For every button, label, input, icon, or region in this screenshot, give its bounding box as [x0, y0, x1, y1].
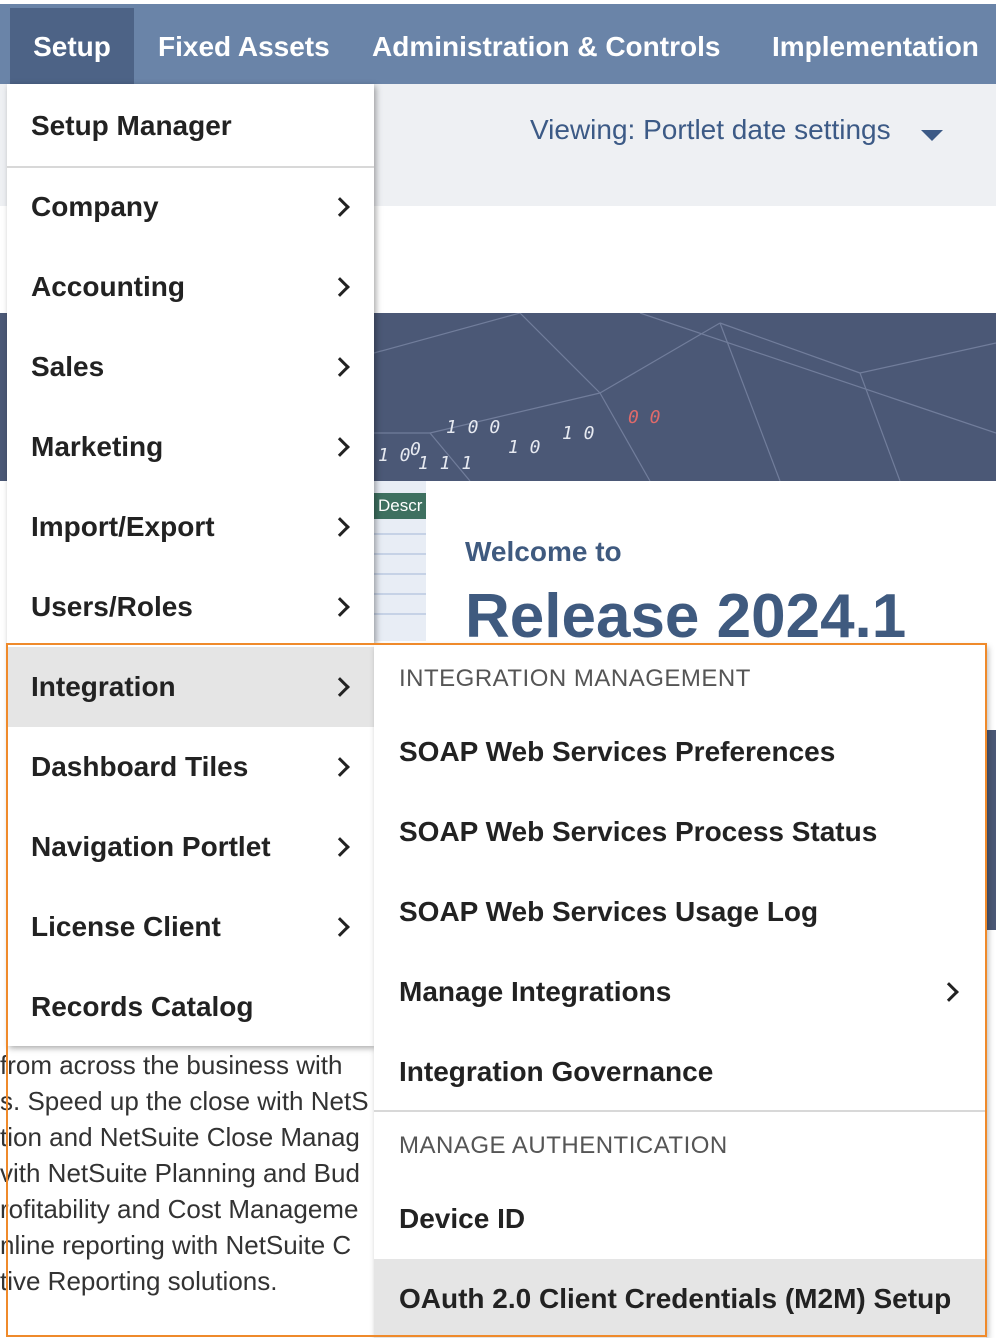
menu-item-label: Company	[31, 191, 159, 222]
chevron-right-icon	[327, 487, 357, 567]
banner-binary-text: 1 0	[508, 437, 541, 458]
paragraph-line: rofitability and Cost Manageme	[0, 1194, 359, 1224]
menu-item-dashboard-tiles[interactable]: Dashboard Tiles	[7, 727, 374, 807]
section-heading-integration-management: INTEGRATION MANAGEMENT	[399, 665, 751, 692]
submenu-item-soap-usage-log[interactable]: SOAP Web Services Usage Log	[374, 872, 986, 952]
chevron-right-icon	[327, 167, 357, 247]
banner-binary-text: 1 0 0	[446, 417, 501, 438]
divider	[374, 533, 426, 535]
paragraph-line: from across the business with	[0, 1050, 343, 1080]
chevron-right-icon	[327, 247, 357, 327]
divider	[374, 553, 426, 555]
submenu-item-oauth-m2m-setup[interactable]: OAuth 2.0 Client Credentials (M2M) Setup	[374, 1259, 986, 1338]
menu-item-label: Dashboard Tiles	[31, 751, 249, 782]
submenu-item-device-id[interactable]: Device ID	[374, 1179, 986, 1259]
menu-item-setup-manager[interactable]: Setup Manager	[7, 86, 374, 168]
submenu-item-integration-governance[interactable]: Integration Governance	[374, 1032, 986, 1112]
menu-item-label: Integration	[31, 671, 176, 702]
menu-item-label: Records Catalog	[31, 991, 254, 1022]
chevron-right-icon	[327, 727, 357, 807]
chevron-right-icon	[327, 407, 357, 487]
submenu-item-label: Integration Governance	[399, 1056, 714, 1087]
menu-item-users-roles[interactable]: Users/Roles	[7, 567, 374, 647]
menu-item-sales[interactable]: Sales	[7, 327, 374, 407]
paragraph-line: vith NetSuite Planning and Bud	[0, 1158, 360, 1188]
menu-item-label: Marketing	[31, 431, 164, 462]
tab-administration-controls[interactable]: Administration & Controls	[372, 8, 720, 88]
viewing-selector[interactable]: Viewing: Portlet date settings	[530, 114, 891, 146]
tab-implementation[interactable]: Implementation	[772, 8, 979, 88]
chevron-right-icon	[327, 807, 357, 887]
divider	[374, 593, 426, 595]
banner-binary-text: 1 0	[562, 423, 595, 444]
submenu-item-label: OAuth 2.0 Client Credentials (M2M) Setup	[399, 1283, 952, 1314]
chevron-right-icon	[327, 887, 357, 967]
release-title: Release 2024.1	[465, 582, 907, 651]
chevron-right-icon	[327, 647, 357, 727]
submenu-item-soap-preferences[interactable]: SOAP Web Services Preferences	[374, 712, 986, 792]
paragraph-line: s. Speed up the close with NetS	[0, 1086, 369, 1116]
menu-item-import-export[interactable]: Import/Export	[7, 487, 374, 567]
banner-binary-text: 0 0	[628, 407, 661, 428]
top-navigation: Setup Fixed Assets Administration & Cont…	[0, 0, 996, 88]
paragraph-line: nline reporting with NetSuite C	[0, 1230, 352, 1260]
menu-item-label: Users/Roles	[31, 591, 193, 622]
menu-item-integration[interactable]: Integration	[7, 647, 374, 727]
menu-item-label: Accounting	[31, 271, 185, 302]
submenu-item-label: Device ID	[399, 1203, 526, 1234]
chevron-down-icon[interactable]	[921, 130, 943, 141]
menu-item-label: Import/Export	[31, 511, 215, 542]
menu-item-label: License Client	[31, 911, 221, 942]
menu-item-accounting[interactable]: Accounting	[7, 247, 374, 327]
divider	[374, 1110, 986, 1112]
banner-binary-text: 1 0	[378, 445, 411, 466]
menu-item-company[interactable]: Company	[7, 167, 374, 247]
chevron-right-icon	[936, 952, 966, 1032]
menu-item-records-catalog[interactable]: Records Catalog	[7, 967, 374, 1047]
menu-item-label: Setup Manager	[31, 110, 232, 141]
submenu-item-manage-integrations[interactable]: Manage Integrations	[374, 952, 986, 1032]
menu-item-label: Navigation Portlet	[31, 831, 271, 862]
banner-binary-text: 1 1 1	[418, 453, 473, 474]
menu-item-navigation-portlet[interactable]: Navigation Portlet	[7, 807, 374, 887]
integration-submenu: INTEGRATION MANAGEMENT SOAP Web Services…	[374, 645, 986, 1338]
menu-item-license-client[interactable]: License Client	[7, 887, 374, 967]
tab-setup[interactable]: Setup	[10, 8, 134, 88]
divider	[374, 613, 426, 615]
description-panel: Descr	[374, 481, 426, 641]
submenu-item-label: SOAP Web Services Process Status	[399, 816, 878, 847]
submenu-item-label: SOAP Web Services Preferences	[399, 736, 836, 767]
submenu-item-label: Manage Integrations	[399, 976, 672, 1007]
welcome-subtitle: Welcome to	[465, 536, 622, 567]
menu-item-marketing[interactable]: Marketing	[7, 407, 374, 487]
description-tag: Descr	[374, 493, 426, 519]
paragraph-line: tive Reporting solutions.	[0, 1266, 278, 1296]
chevron-right-icon	[327, 567, 357, 647]
setup-menu: Setup Manager Company Accounting Sales M…	[7, 84, 374, 1046]
section-heading-manage-authentication: MANAGE AUTHENTICATION	[399, 1132, 728, 1159]
submenu-item-label: SOAP Web Services Usage Log	[399, 896, 819, 927]
divider	[374, 573, 426, 575]
tab-fixed-assets[interactable]: Fixed Assets	[158, 8, 330, 88]
paragraph-line: tion and NetSuite Close Manag	[0, 1122, 360, 1152]
chevron-right-icon	[327, 327, 357, 407]
menu-item-label: Sales	[31, 351, 105, 382]
submenu-item-soap-process-status[interactable]: SOAP Web Services Process Status	[374, 792, 986, 872]
